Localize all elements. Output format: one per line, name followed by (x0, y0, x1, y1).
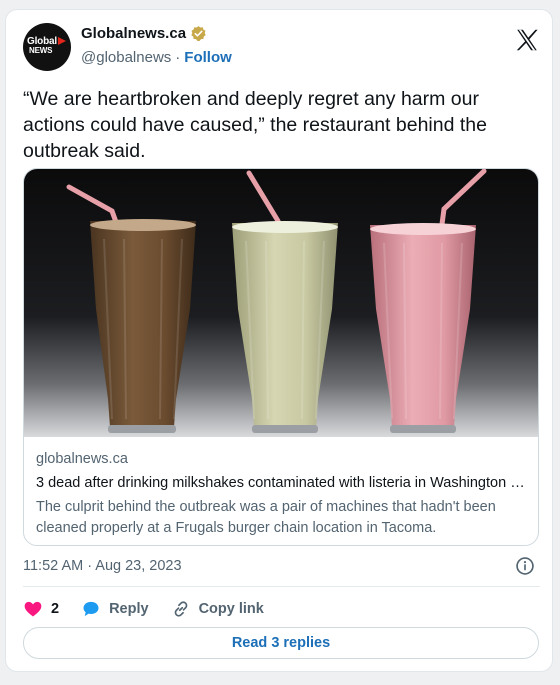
link-description: The culprit behind the outbreak was a pa… (36, 499, 496, 536)
follow-button[interactable]: Follow (184, 49, 232, 66)
timestamp-row: 11:52 AM · Aug 23, 2023 (23, 555, 540, 579)
heart-icon (24, 601, 42, 617)
copy-link-label: Copy link (198, 601, 264, 617)
action-bar: 2 Reply Copy link (23, 595, 286, 623)
reply-label: Reply (109, 601, 149, 617)
handle[interactable]: @globalnews (81, 49, 171, 66)
timestamp[interactable]: 11:52 AM · Aug 23, 2023 (23, 558, 182, 574)
verified-badge-icon (191, 26, 206, 41)
x-logo-icon[interactable] (514, 27, 540, 53)
link-domain: globalnews.ca (36, 451, 128, 467)
handle-row: @globalnews · Follow (81, 49, 232, 66)
separator: · (175, 49, 181, 66)
info-icon[interactable] (515, 556, 535, 576)
tweet-embed-card: Global NEWS Globalnews.ca @globalnews · Fo… (5, 9, 553, 672)
link-icon (174, 601, 187, 617)
link-preview-card[interactable]: globalnews.ca 3 dead after drinking milk… (23, 168, 539, 546)
link-title[interactable]: 3 dead after drinking milkshakes contami… (36, 475, 526, 491)
like-count: 2 (51, 601, 60, 617)
milkshakes-image (24, 169, 538, 437)
copy-link-button[interactable]: Copy link (171, 599, 264, 619)
tweet-text: “We are heartbroken and deeply regret an… (23, 88, 487, 162)
tweet-header: Global NEWS Globalnews.ca @globalnews · Fo… (23, 23, 540, 73)
divider (23, 586, 540, 587)
name-row: Globalnews.ca (81, 25, 207, 42)
display-name[interactable]: Globalnews.ca (81, 25, 186, 42)
like-button[interactable]: 2 (23, 599, 59, 619)
avatar[interactable]: Global NEWS (23, 23, 71, 71)
read-replies-button[interactable]: Read 3 replies (23, 627, 539, 659)
reply-button[interactable]: Reply (81, 599, 149, 619)
link-meta: globalnews.ca 3 dead after drinking milk… (36, 451, 526, 539)
reply-bubble-icon (83, 601, 99, 617)
